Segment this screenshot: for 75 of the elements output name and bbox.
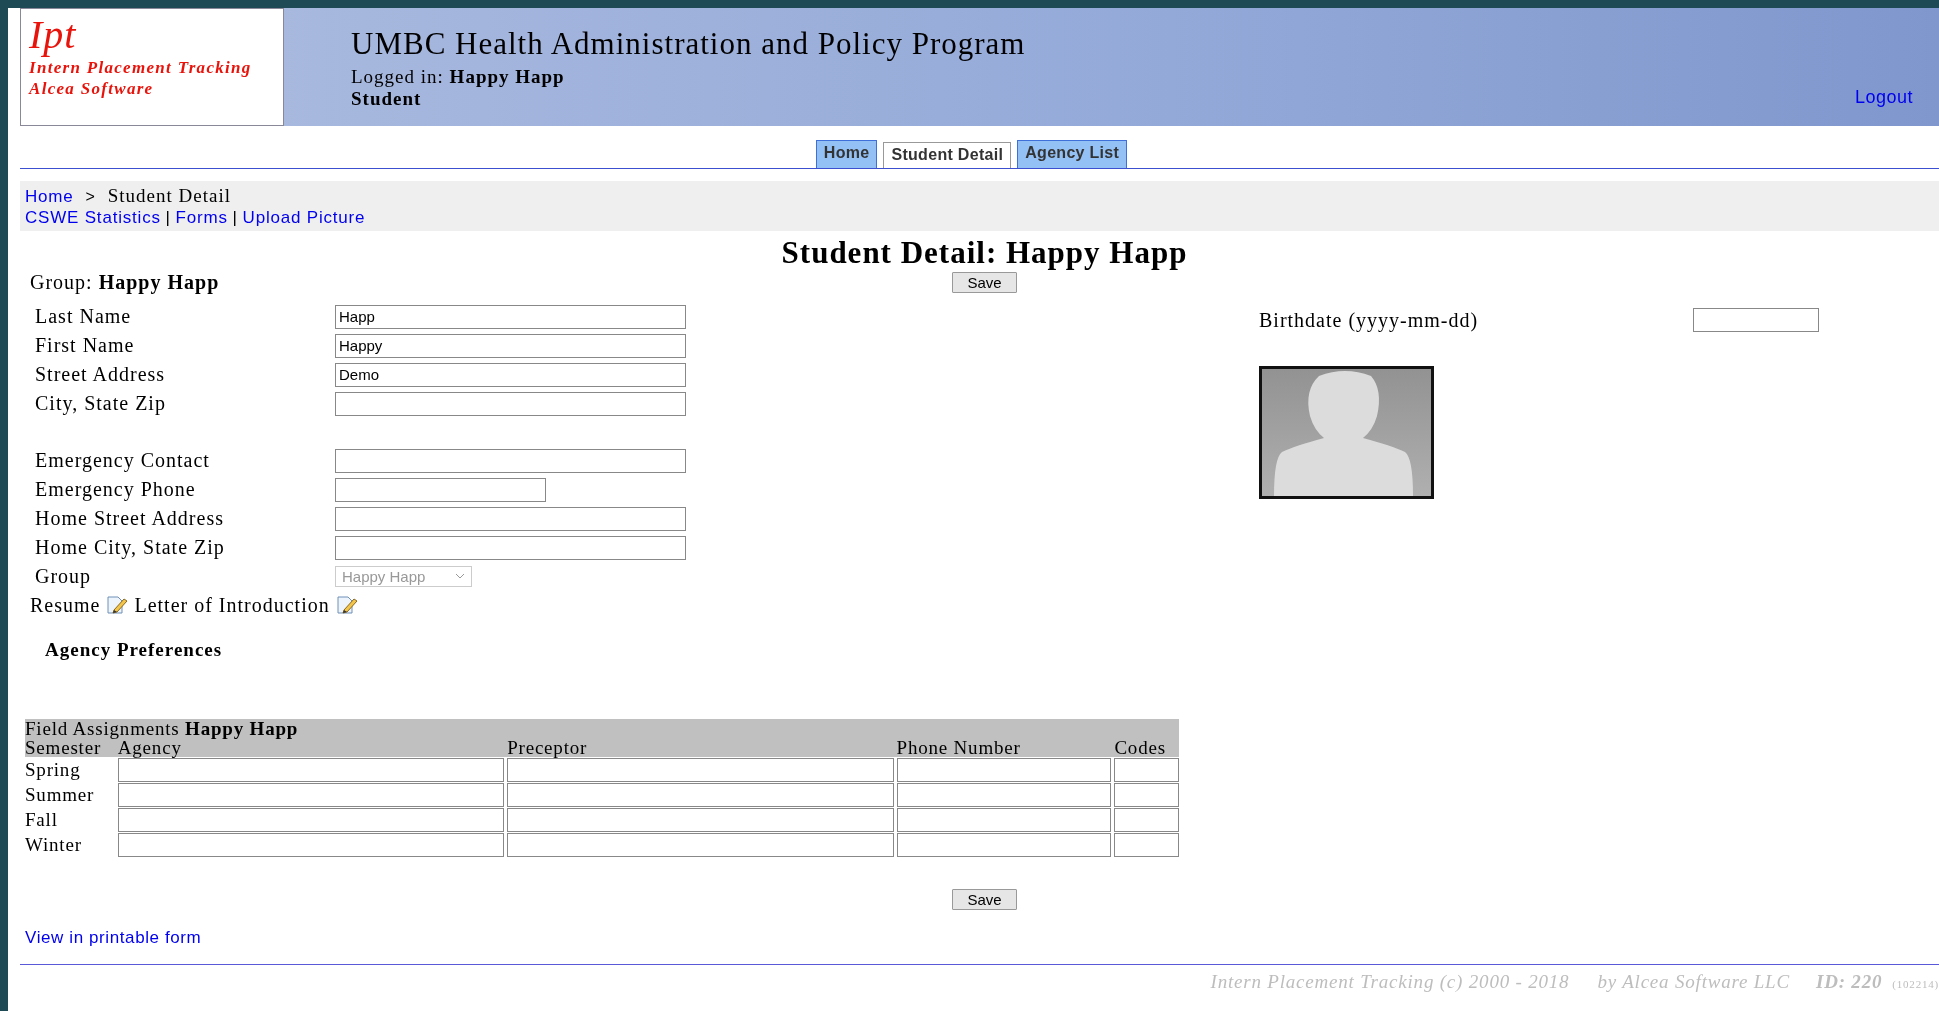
company-text: by Alcea Software LLC <box>1597 970 1790 992</box>
document-label: Letter of Introduction <box>134 593 330 616</box>
table-input-field[interactable] <box>117 832 505 857</box>
field-label: Last Name <box>34 304 133 328</box>
field-label: Birthdate (yyyy-mm-dd) <box>1259 308 1480 332</box>
logo-text: Alcea Software <box>29 78 154 99</box>
text-field[interactable]: Demo <box>335 362 686 387</box>
field-label: First Name <box>34 333 136 357</box>
table-input-field[interactable] <box>507 832 894 857</box>
page-title: Student Detail: Happy Happ <box>780 235 1189 271</box>
nav-tab[interactable]: Home <box>815 140 878 168</box>
build-number: (102214) <box>1892 977 1939 990</box>
page-link[interactable]: Forms <box>175 208 228 227</box>
column-header: Phone Number <box>896 736 1021 758</box>
page-link[interactable]: CSWE Statistics <box>25 208 161 227</box>
breadcrumb-separator: > <box>85 188 96 205</box>
text-field[interactable]: Happy <box>335 333 686 358</box>
semester-label: Summer <box>25 783 95 805</box>
column-header: Preceptor <box>507 736 588 758</box>
link-separator: | <box>232 208 238 227</box>
save-button[interactable]: Save <box>952 888 1017 910</box>
text-field[interactable] <box>335 449 686 473</box>
table-input-field[interactable] <box>117 757 505 782</box>
text-field[interactable] <box>335 536 686 560</box>
nav-tab[interactable]: Agency List <box>1017 140 1128 168</box>
copyright-text: Intern Placement Tracking (c) 2000 - 2018 <box>1210 970 1570 992</box>
field-label: Street Address <box>34 362 167 386</box>
table-title: Field Assignments Happy Happ <box>25 717 299 739</box>
field-label: Home Street Address <box>34 507 225 531</box>
semester-label: Fall <box>25 808 58 830</box>
table-input-field[interactable] <box>896 757 1112 782</box>
table-input-field[interactable] <box>117 807 505 832</box>
save-button[interactable]: Save <box>952 272 1017 293</box>
document-label: Resume <box>30 593 101 616</box>
column-header: Codes <box>1114 736 1166 758</box>
field-label: Emergency Phone <box>34 478 197 502</box>
record-id: ID: 220 <box>1815 970 1883 992</box>
field-label: City, State Zip <box>34 391 167 415</box>
section-heading: Agency Preferences <box>45 638 223 661</box>
field-label: Group <box>34 564 93 588</box>
logo-mark: Ipt <box>29 13 77 57</box>
page-link[interactable]: Upload Picture <box>242 208 366 227</box>
table-input-field[interactable] <box>507 807 894 832</box>
printable-form-link[interactable]: View in printable form <box>25 927 202 948</box>
link-separator: | <box>165 208 171 227</box>
semester-label: Spring <box>25 758 81 780</box>
table-input-field[interactable] <box>507 782 894 807</box>
field-label: Emergency Contact <box>34 449 211 473</box>
semester-label: Winter <box>25 833 82 855</box>
table-input-field[interactable] <box>896 832 1112 857</box>
table-input-field[interactable] <box>896 782 1112 807</box>
logged-in-text: Logged in: Happy Happ <box>351 66 565 88</box>
breadcrumb-link[interactable]: Home <box>25 187 74 206</box>
site-title: UMBC Health Administration and Policy Program <box>351 26 1026 62</box>
edit-document-icon[interactable] <box>335 594 358 615</box>
text-field[interactable]: Happ <box>335 304 686 329</box>
table-input-field[interactable] <box>507 757 894 782</box>
breadcrumb-current: Student Detail <box>107 185 231 206</box>
edit-document-icon[interactable] <box>106 594 129 615</box>
field-label: Home City, State Zip <box>34 536 226 560</box>
table-input-field[interactable] <box>1114 832 1179 857</box>
table-input-field[interactable] <box>1114 757 1179 782</box>
date-field[interactable] <box>1693 308 1819 332</box>
nav-tab[interactable]: Student Detail <box>883 142 1012 168</box>
table-input-field[interactable] <box>117 782 505 807</box>
group-label: Group: Happy Happ <box>30 271 221 294</box>
user-role: Student <box>351 88 422 110</box>
text-field[interactable] <box>335 391 686 416</box>
table-input-field[interactable] <box>896 807 1112 832</box>
text-field[interactable] <box>335 478 546 502</box>
table-input-field[interactable] <box>1114 782 1179 807</box>
table-input-field[interactable] <box>1114 807 1179 832</box>
text-field[interactable] <box>335 507 686 531</box>
logo-text: Intern Placement Tracking <box>29 57 252 78</box>
column-header: Semester <box>25 736 102 758</box>
